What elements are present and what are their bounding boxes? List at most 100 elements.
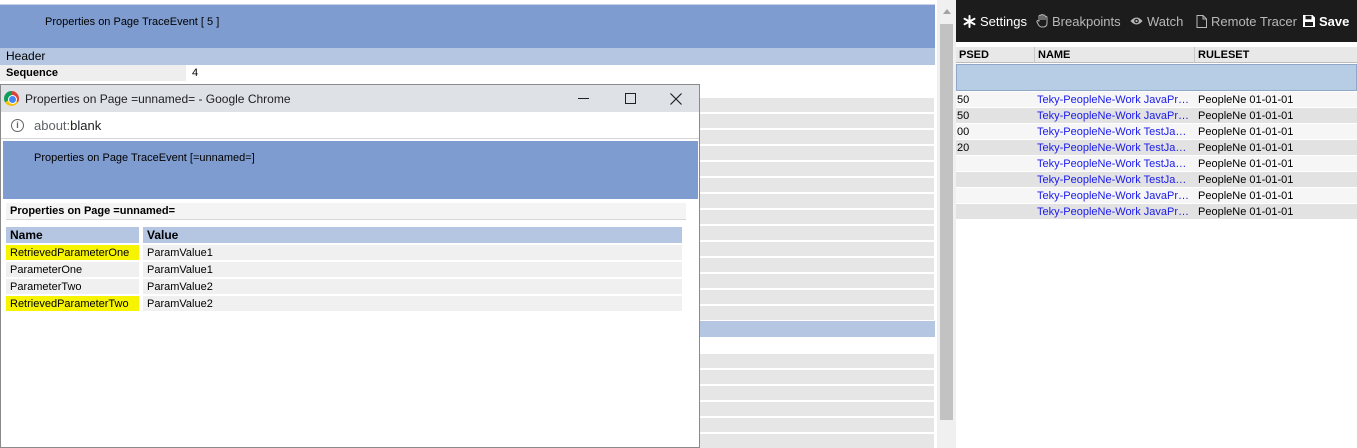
tracer-row-ruleset: PeopleNe 01-01-01	[1198, 174, 1294, 186]
eye-icon	[1130, 17, 1143, 25]
url-scheme: about:	[34, 118, 71, 133]
properties-table: Name Value RetrievedParameterOne ParamVal…	[6, 225, 682, 313]
scroll-up-arrow-icon[interactable]	[943, 9, 951, 14]
tracer-row[interactable]: 50 Teky-PeopleNe-Work JavaPractice PeopleN…	[956, 92, 1357, 108]
tracer-row[interactable]: Teky-PeopleNe-Work JavaPractice PeopleNe …	[956, 204, 1357, 220]
tracer-row-elapsed	[956, 188, 1034, 192]
tracer-row-ruleset: PeopleNe 01-01-01	[1198, 158, 1294, 170]
save-label: Save	[1319, 13, 1350, 29]
save-button[interactable]: Save	[1303, 13, 1349, 29]
popup-address-bar[interactable]: i about:blank	[1, 112, 699, 139]
property-value: ParamValue2	[143, 296, 682, 311]
remote-tracer-label: Remote Tracer	[1211, 13, 1297, 29]
background-row-stripe	[698, 194, 934, 208]
tracer-row-ruleset: PeopleNe 01-01-01	[1198, 94, 1294, 106]
tracer-row-elapsed: 50	[957, 110, 970, 122]
settings-button[interactable]: Settings	[963, 13, 1027, 29]
tracer-row-name-link[interactable]: Teky-PeopleNe-Work JavaPractice	[1034, 188, 1194, 204]
tracer-toolbar: Settings Breakpoints Watch Remote Tracer…	[956, 0, 1357, 42]
column-header-ruleset[interactable]: RULESET	[1194, 47, 1357, 63]
tracer-row-ruleset: PeopleNe 01-01-01	[1198, 190, 1294, 202]
property-row[interactable]: RetrievedParameterOne ParamValue1	[6, 245, 682, 260]
tracer-row-elapsed	[956, 204, 1034, 208]
chrome-logo-icon	[4, 91, 19, 106]
sequence-value: 4	[186, 65, 935, 81]
tracer-row-elapsed	[956, 172, 1034, 176]
background-row-stripe	[698, 354, 934, 368]
watch-button[interactable]: Watch	[1130, 13, 1183, 29]
remote-tracer-button[interactable]: Remote Tracer	[1196, 13, 1297, 29]
tracer-row-name-link[interactable]: Teky-PeopleNe-Work JavaPractice	[1034, 108, 1194, 124]
tracer-row[interactable]: 00 Teky-PeopleNe-Work TestJavaAct PeopleNe…	[956, 124, 1357, 140]
tracer-row-name-link[interactable]: Teky-PeopleNe-Work TestJavaAct	[1034, 172, 1194, 188]
tracer-row-name-link[interactable]: Teky-PeopleNe-Work TestJavaAct	[1034, 124, 1194, 140]
background-row-stripe	[698, 434, 934, 448]
popup-banner-title: Properties on Page TraceEvent [=unnamed=…	[34, 152, 255, 164]
column-header-name[interactable]: NAME	[1034, 47, 1194, 63]
properties-table-body: RetrievedParameterOne ParamValue1 Paramete…	[6, 245, 682, 311]
tracer-row-ruleset: PeopleNe 01-01-01	[1198, 110, 1294, 122]
document-icon	[1196, 14, 1207, 28]
tracer-row[interactable]: Teky-PeopleNe-Work JavaPractice PeopleNe …	[956, 188, 1357, 204]
info-circle-icon[interactable]: i	[11, 119, 24, 132]
background-row-stripe	[698, 98, 934, 112]
property-name: ParameterTwo	[6, 279, 139, 294]
tracer-row-name-link[interactable]: Teky-PeopleNe-Work JavaPractice	[1034, 204, 1194, 220]
close-button[interactable]	[653, 85, 699, 112]
background-row-stripe	[698, 178, 934, 192]
tracer-row-ruleset: PeopleNe 01-01-01	[1198, 126, 1294, 138]
floppy-disk-icon	[1303, 15, 1315, 27]
background-row-stripe	[698, 146, 934, 160]
tracer-row[interactable]: 20 Teky-PeopleNe-Work TestJavaAct PeopleNe…	[956, 140, 1357, 156]
popup-title-bar[interactable]: Properties on Page =unnamed= - Google Ch…	[1, 85, 699, 112]
header-section-row[interactable]: Header	[0, 48, 935, 65]
background-row-stripe	[698, 306, 934, 320]
breakpoints-button[interactable]: Breakpoints	[1036, 13, 1121, 29]
popup-banner: Properties on Page TraceEvent [=unnamed=…	[3, 141, 698, 199]
tracer-row-elapsed	[956, 156, 1034, 160]
header-section-label: Header	[6, 49, 46, 63]
tracer-row-elapsed: 50	[957, 94, 970, 106]
properties-table-header: Name Value	[6, 227, 682, 243]
hand-icon	[1036, 14, 1048, 28]
background-row-stripe	[698, 274, 934, 288]
maximize-icon	[624, 93, 636, 104]
property-name: ParameterOne	[6, 262, 139, 277]
maximize-button[interactable]	[607, 85, 653, 112]
trace-event-banner: Properties on Page TraceEvent [ 5 ]	[0, 4, 935, 48]
background-row-stripe	[698, 114, 934, 128]
settings-icon	[963, 14, 976, 28]
tracer-row-name-link[interactable]: Teky-PeopleNe-Work JavaPractice	[1034, 92, 1194, 108]
property-value: ParamValue1	[143, 245, 682, 260]
address-url[interactable]: about:blank	[34, 118, 101, 133]
background-row-stripe	[698, 402, 934, 416]
tracer-row-name-link[interactable]: Teky-PeopleNe-Work TestJavaAct	[1034, 156, 1194, 172]
watch-label: Watch	[1147, 13, 1184, 29]
tracer-row-name-link[interactable]: Teky-PeopleNe-Work TestJavaAct	[1034, 140, 1194, 156]
property-row[interactable]: RetrievedParameterTwo ParamValue2	[6, 296, 682, 311]
value-column-header[interactable]: Value	[143, 227, 682, 243]
tracer-row-elapsed: 20	[957, 142, 970, 154]
property-row[interactable]: ParameterOne ParamValue1	[6, 262, 682, 277]
property-row[interactable]: ParameterTwo ParamValue2	[6, 279, 682, 294]
tracer-row-ruleset: PeopleNe 01-01-01	[1198, 206, 1294, 218]
popup-window-title: Properties on Page =unnamed= - Google Ch…	[25, 92, 291, 106]
tracer-grid-group-band[interactable]	[956, 64, 1357, 91]
background-row-stripe	[698, 418, 934, 432]
trace-event-banner-title: Properties on Page TraceEvent [ 5 ]	[45, 16, 220, 28]
scrollbar-thumb[interactable]	[940, 24, 953, 420]
background-row-stripe	[698, 370, 934, 384]
background-row-stripe	[698, 162, 934, 176]
column-header-elapsed[interactable]: PSED	[956, 47, 1034, 63]
tracer-row[interactable]: Teky-PeopleNe-Work TestJavaAct PeopleNe 0…	[956, 172, 1357, 188]
breakpoints-label: Breakpoints	[1052, 13, 1121, 29]
sequence-row: Sequence 4	[0, 65, 935, 81]
tracer-row[interactable]: Teky-PeopleNe-Work TestJavaAct PeopleNe 0…	[956, 156, 1357, 172]
tracer-row[interactable]: 50 Teky-PeopleNe-Work JavaPractice PeopleN…	[956, 108, 1357, 124]
tracer-row-elapsed: 00	[957, 126, 970, 138]
tracer-grid-rows: 50 Teky-PeopleNe-Work JavaPractice PeopleN…	[956, 92, 1357, 220]
minimize-button[interactable]	[560, 85, 606, 112]
tracer-grid-header: PSED NAME RULESET	[956, 47, 1357, 63]
name-column-header[interactable]: Name	[6, 227, 139, 243]
settings-label: Settings	[980, 13, 1027, 29]
